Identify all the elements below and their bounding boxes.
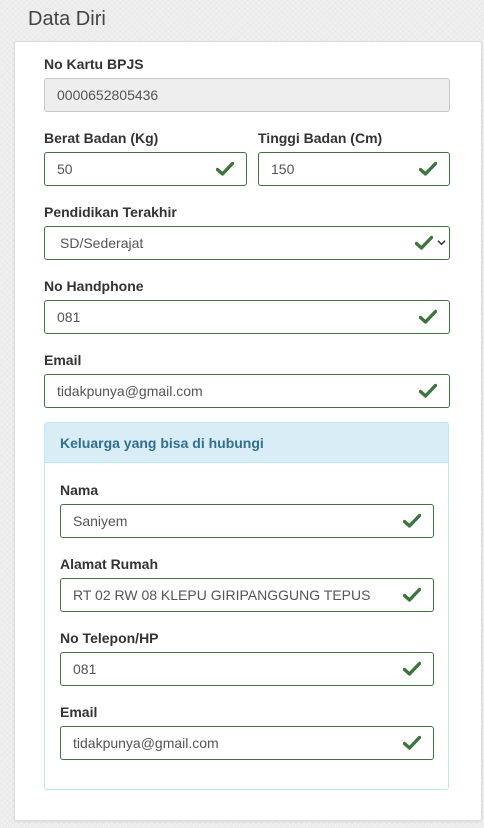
- phone-label: No Handphone: [44, 278, 144, 294]
- height-label: Tinggi Badan (Cm): [258, 130, 383, 146]
- check-icon: [419, 161, 437, 176]
- family-address-value: RT 02 RW 08 KLEPU GIRIPANGGUNG TEPUS: [73, 587, 371, 603]
- education-value: SD/Sederajat: [60, 235, 144, 251]
- check-icon: [403, 661, 421, 676]
- family-address-label: Alamat Rumah: [60, 556, 159, 572]
- check-icon: [403, 735, 421, 750]
- panel-heading: Keluarga yang bisa di hubungi: [45, 423, 448, 463]
- check-icon: [419, 383, 437, 398]
- weight-field[interactable]: 50: [44, 152, 247, 186]
- family-name-label: Nama: [60, 482, 99, 498]
- phone-value: 081: [57, 309, 81, 325]
- family-name-field[interactable]: Saniyem: [60, 504, 434, 538]
- data-diri-card: No Kartu BPJS 0000652805436 Berat Badan …: [14, 41, 482, 821]
- weight-value: 50: [57, 161, 73, 177]
- family-address-field[interactable]: RT 02 RW 08 KLEPU GIRIPANGGUNG TEPUS: [60, 578, 434, 612]
- check-icon: [216, 161, 234, 176]
- email-label: Email: [44, 352, 82, 368]
- family-phone-label: No Telepon/HP: [60, 630, 159, 646]
- education-label: Pendidikan Terakhir: [44, 204, 177, 220]
- family-phone-field[interactable]: 081: [60, 652, 434, 686]
- email-field[interactable]: tidakpunya@gmail.com: [44, 374, 450, 408]
- email-value: tidakpunya@gmail.com: [57, 383, 203, 399]
- check-icon: [419, 309, 437, 324]
- check-icon: [403, 587, 421, 602]
- check-icon: [403, 513, 421, 528]
- family-contact-panel: Keluarga yang bisa di hubungi Nama Saniy…: [44, 422, 449, 790]
- family-phone-value: 081: [73, 661, 97, 677]
- chevron-down-icon: [437, 240, 446, 246]
- weight-label: Berat Badan (Kg): [44, 130, 159, 146]
- bpjs-value: 0000652805436: [57, 87, 159, 103]
- bpjs-label: No Kartu BPJS: [44, 56, 144, 72]
- check-icon: [415, 235, 433, 250]
- family-email-value: tidakpunya@gmail.com: [73, 735, 219, 751]
- bpjs-field[interactable]: 0000652805436: [44, 78, 450, 112]
- family-name-value: Saniyem: [73, 513, 128, 529]
- family-email-field[interactable]: tidakpunya@gmail.com: [60, 726, 434, 760]
- page-title: Data Diri: [28, 8, 106, 30]
- phone-field[interactable]: 081: [44, 300, 450, 334]
- education-select[interactable]: SD/Sederajat: [44, 226, 450, 260]
- height-field[interactable]: 150: [258, 152, 450, 186]
- height-value: 150: [271, 161, 295, 177]
- family-email-label: Email: [60, 704, 98, 720]
